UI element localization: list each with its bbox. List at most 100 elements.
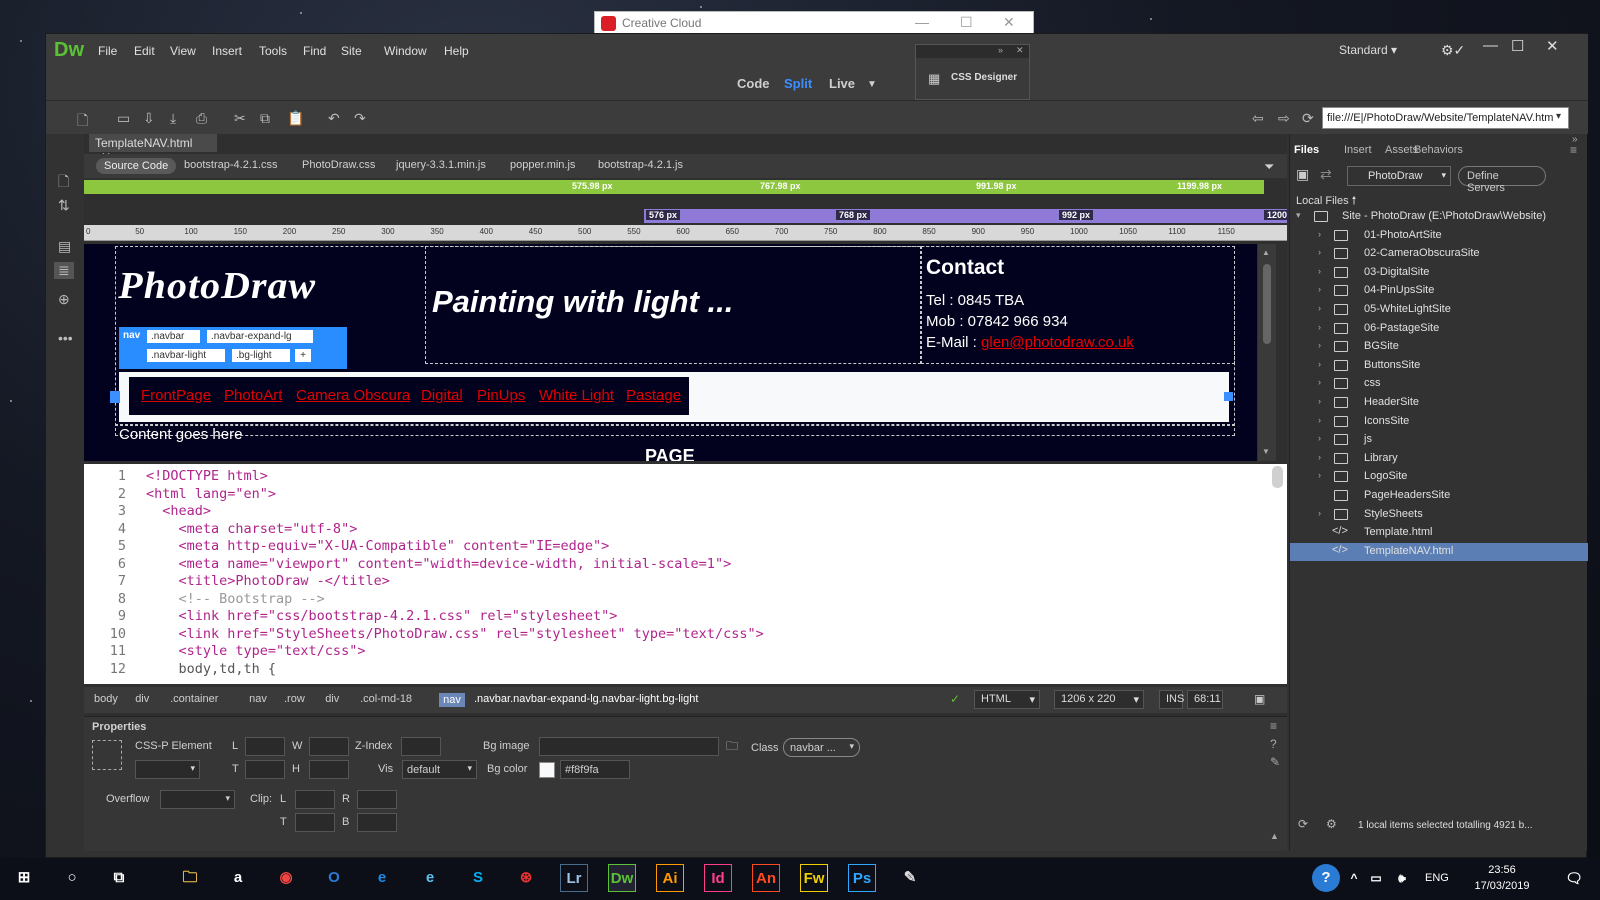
collapse-icon[interactable]: » (998, 45, 1003, 55)
scroll-up-icon[interactable]: ▲ (1262, 248, 1270, 257)
clock-date[interactable]: 17/03/2019 (1470, 880, 1534, 892)
panel-menu-icon[interactable]: ≡ (1270, 719, 1277, 733)
copy-icon[interactable]: ⧉ (260, 110, 270, 127)
code-line[interactable]: <meta http-equiv="X-UA-Compatible" conte… (146, 538, 610, 554)
add-class-button[interactable]: + (295, 349, 311, 362)
edit-icon[interactable]: ✎ (1270, 755, 1280, 769)
skype-icon[interactable]: S (464, 864, 492, 892)
breadcrumb-item[interactable]: div (325, 693, 339, 705)
code-line[interactable]: body,td,th { (146, 661, 277, 677)
max-width-media-query-bar[interactable]: 575.98 px 767.98 px 991.98 px 1199.98 px (84, 180, 1264, 194)
back-icon[interactable]: ⇦ (1252, 110, 1264, 127)
help-icon[interactable]: ? (1270, 737, 1277, 751)
more-icon[interactable]: ••• (58, 330, 73, 346)
media-query-label[interactable]: 992 px (1059, 210, 1094, 220)
format-source-icon[interactable]: ▤ (58, 238, 71, 255)
element-display-popup[interactable]: nav .navbar .navbar-expand-lg .navbar-li… (119, 327, 347, 369)
class-chip[interactable]: .navbar (147, 330, 200, 343)
creative-cloud-icon[interactable]: ⊛ (512, 864, 540, 892)
top-input[interactable] (245, 760, 285, 779)
breadcrumb-item[interactable]: .row (284, 693, 305, 705)
nav-link[interactable]: Pastage (626, 387, 681, 404)
code-line[interactable]: <!DOCTYPE html> (146, 468, 268, 484)
animate-icon[interactable]: An (752, 864, 780, 892)
folder-item[interactable]: › 01-PhotoArtSite (1290, 227, 1588, 245)
define-servers-button[interactable]: Define Servers (1458, 166, 1546, 194)
visibility-select[interactable]: default ▾ (402, 760, 477, 779)
language-indicator[interactable]: ENG (1425, 872, 1449, 884)
media-query-label[interactable]: 768 px (836, 210, 871, 220)
folder-item[interactable]: › HeaderSite (1290, 394, 1588, 412)
code-editor[interactable]: 1 <!DOCTYPE html> 2 <html lang="en"> 3 <head… (84, 464, 1287, 684)
code-line[interactable]: <head> (146, 503, 211, 519)
folder-item[interactable]: › 06-PastageSite (1290, 320, 1588, 338)
code-line[interactable]: <link href="StyleSheets/PhotoDraw.css" r… (146, 626, 764, 642)
print-icon[interactable]: ⎙ (196, 110, 207, 127)
class-chip[interactable]: .navbar-light (147, 349, 225, 362)
related-file[interactable]: jquery-3.3.1.min.js (396, 159, 486, 171)
open-folder-icon[interactable]: ▭ (117, 110, 130, 127)
folder-item[interactable]: › 04-PinUpsSite (1290, 282, 1588, 300)
nav-link[interactable]: FrontPage (141, 387, 211, 404)
sync-icon[interactable]: ⇄ (1320, 166, 1332, 183)
chevron-down-icon[interactable]: ▾ (1556, 111, 1561, 122)
media-query-label[interactable]: 991.98 px (976, 181, 1017, 191)
folder-item[interactable]: › css (1290, 375, 1588, 393)
menu-edit[interactable]: Edit (134, 44, 155, 58)
clock-time[interactable]: 23:56 (1472, 864, 1532, 876)
overflow-select[interactable]: ▾ (160, 790, 235, 809)
folder-item[interactable]: › js (1290, 431, 1588, 449)
related-file[interactable]: PhotoDraw.css (302, 159, 375, 171)
code-view-button[interactable]: Code (737, 76, 770, 91)
forward-icon[interactable]: ⇨ (1278, 110, 1290, 127)
insert-mode[interactable]: INS (1159, 690, 1184, 709)
lightroom-icon[interactable]: Lr (560, 864, 588, 892)
tab-insert[interactable]: Insert (1344, 144, 1372, 156)
minimize-icon[interactable]: — (1483, 37, 1498, 54)
refresh-icon[interactable]: ⟳ (1302, 110, 1314, 127)
email-link[interactable]: glen@photodraw.co.uk (981, 334, 1134, 351)
chevron-down-icon[interactable]: ▼ (867, 79, 877, 90)
file-explorer-icon[interactable]: 🗀 (176, 864, 204, 892)
minimize-icon[interactable]: — (915, 14, 929, 30)
clip-bottom-input[interactable] (357, 813, 397, 832)
photoshop-icon[interactable]: Ps (848, 864, 876, 892)
tab-files[interactable]: Files (1294, 144, 1319, 156)
code-scrollbar-thumb[interactable] (1272, 466, 1283, 488)
folder-item[interactable]: PageHeadersSite (1290, 487, 1588, 505)
app-icon[interactable]: ✎ (896, 864, 924, 892)
sort-icon[interactable]: ⇅ (58, 197, 70, 214)
connect-icon[interactable]: ▣ (1296, 166, 1309, 183)
indesign-icon[interactable]: Id (704, 864, 732, 892)
related-file[interactable]: bootstrap-4.2.1.js (598, 159, 683, 171)
class-chip[interactable]: .bg-light (232, 349, 290, 362)
menu-insert[interactable]: Insert (212, 44, 242, 58)
nav-link[interactable]: Digital (421, 387, 463, 404)
menu-window[interactable]: Window (384, 44, 427, 58)
folder-item[interactable]: › Library (1290, 450, 1588, 468)
new-document-icon[interactable]: 🗋 (77, 110, 88, 134)
preview-icon[interactable]: ▣ (1254, 692, 1265, 706)
file-item[interactable]: </> TemplateNAV.html (1290, 542, 1588, 561)
file-item[interactable]: </> Template.html (1290, 524, 1588, 542)
zindex-input[interactable] (401, 737, 441, 756)
menu-find[interactable]: Find (303, 44, 326, 58)
clip-top-input[interactable] (295, 813, 335, 832)
task-view-icon[interactable]: ⧉ (105, 864, 133, 892)
nav-link[interactable]: PinUps (477, 387, 525, 404)
code-line[interactable]: <!-- Bootstrap --> (146, 591, 325, 607)
nav-link[interactable]: PhotoArt (224, 387, 282, 404)
dreamweaver-icon[interactable]: Dw (608, 864, 636, 892)
browse-folder-icon[interactable]: 🗀 (726, 737, 738, 758)
class-select[interactable]: navbar ... ▾ (783, 738, 860, 757)
menu-help[interactable]: Help (444, 44, 469, 58)
site-select[interactable]: PhotoDraw ▾ (1347, 166, 1451, 186)
chrome-icon[interactable]: ◉ (272, 864, 300, 892)
cut-icon[interactable]: ✂ (234, 110, 246, 127)
site-root[interactable]: ▾ Site - PhotoDraw (E:\PhotoDraw\Website) (1290, 208, 1588, 226)
refresh-icon[interactable]: ⟳ (1298, 817, 1308, 831)
toggle-lines-icon[interactable]: ≣ (54, 262, 74, 279)
related-file[interactable]: bootstrap-4.2.1.css (184, 159, 278, 171)
live-view-button[interactable]: Live (829, 76, 855, 91)
left-input[interactable] (245, 737, 285, 756)
